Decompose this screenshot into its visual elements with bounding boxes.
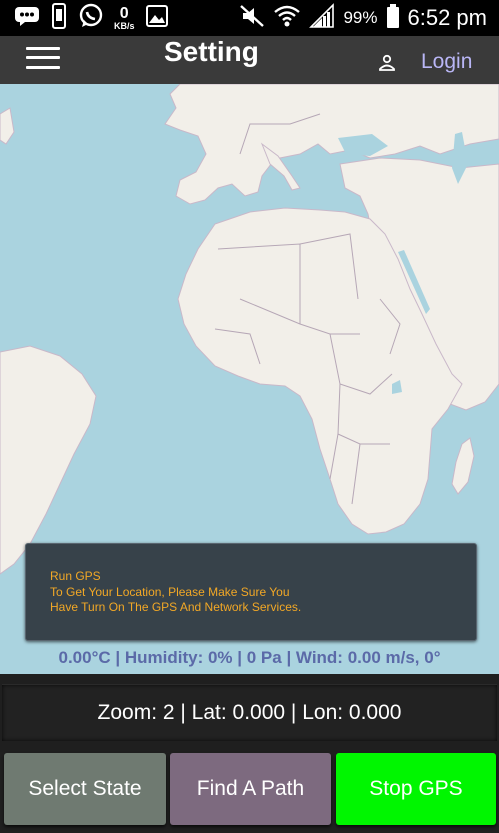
image-icon <box>145 4 169 33</box>
find-path-button[interactable]: Find A Path <box>170 753 331 825</box>
vibrate-phone-icon <box>50 2 68 34</box>
wifi-icon <box>273 3 301 34</box>
login-link[interactable]: Login <box>421 50 472 74</box>
clock: 6:52 pm <box>407 5 488 30</box>
coordinate-bar: Zoom: 2 | Lat: 0.000 | Lon: 0.000 <box>0 674 499 752</box>
coordinate-readout: Zoom: 2 | Lat: 0.000 | Lon: 0.000 <box>2 684 497 741</box>
land-madagascar <box>451 437 475 495</box>
person-icon[interactable] <box>376 52 398 74</box>
select-state-button[interactable]: Select State <box>4 753 166 825</box>
net-speed: 0 KB/s <box>114 4 135 31</box>
status-bar: 0 KB/s 99% 6:52 pm <box>0 0 499 36</box>
notice-line-1: To Get Your Location, Please Make Sure Y… <box>50 584 290 599</box>
gps-notice: Run GPS To Get Your Location, Please Mak… <box>25 543 477 641</box>
net-speed-value: 0 <box>119 4 129 22</box>
message-icon <box>14 5 40 32</box>
land-south-america <box>0 345 97 575</box>
notice-title: Run GPS <box>50 569 101 583</box>
signal-icon <box>309 2 335 34</box>
whatsapp-icon <box>78 3 104 34</box>
stop-gps-button[interactable]: Stop GPS <box>336 753 496 825</box>
menu-icon[interactable] <box>26 44 60 72</box>
battery-icon <box>386 3 400 34</box>
net-speed-unit: KB/s <box>114 20 135 31</box>
action-buttons: Select State Find A Path Stop GPS <box>0 752 499 833</box>
mute-icon <box>239 4 265 33</box>
app-bar: Setting Login <box>0 36 499 84</box>
notice-line-2: Have Turn On The GPS And Network Service… <box>50 600 302 614</box>
battery-percent: 99% <box>343 8 378 27</box>
weather-info: 0.00°C | Humidity: 0% | 0 Pa | Wind: 0.0… <box>58 648 441 667</box>
land-uk <box>0 107 15 145</box>
page-title: Setting <box>164 36 259 67</box>
